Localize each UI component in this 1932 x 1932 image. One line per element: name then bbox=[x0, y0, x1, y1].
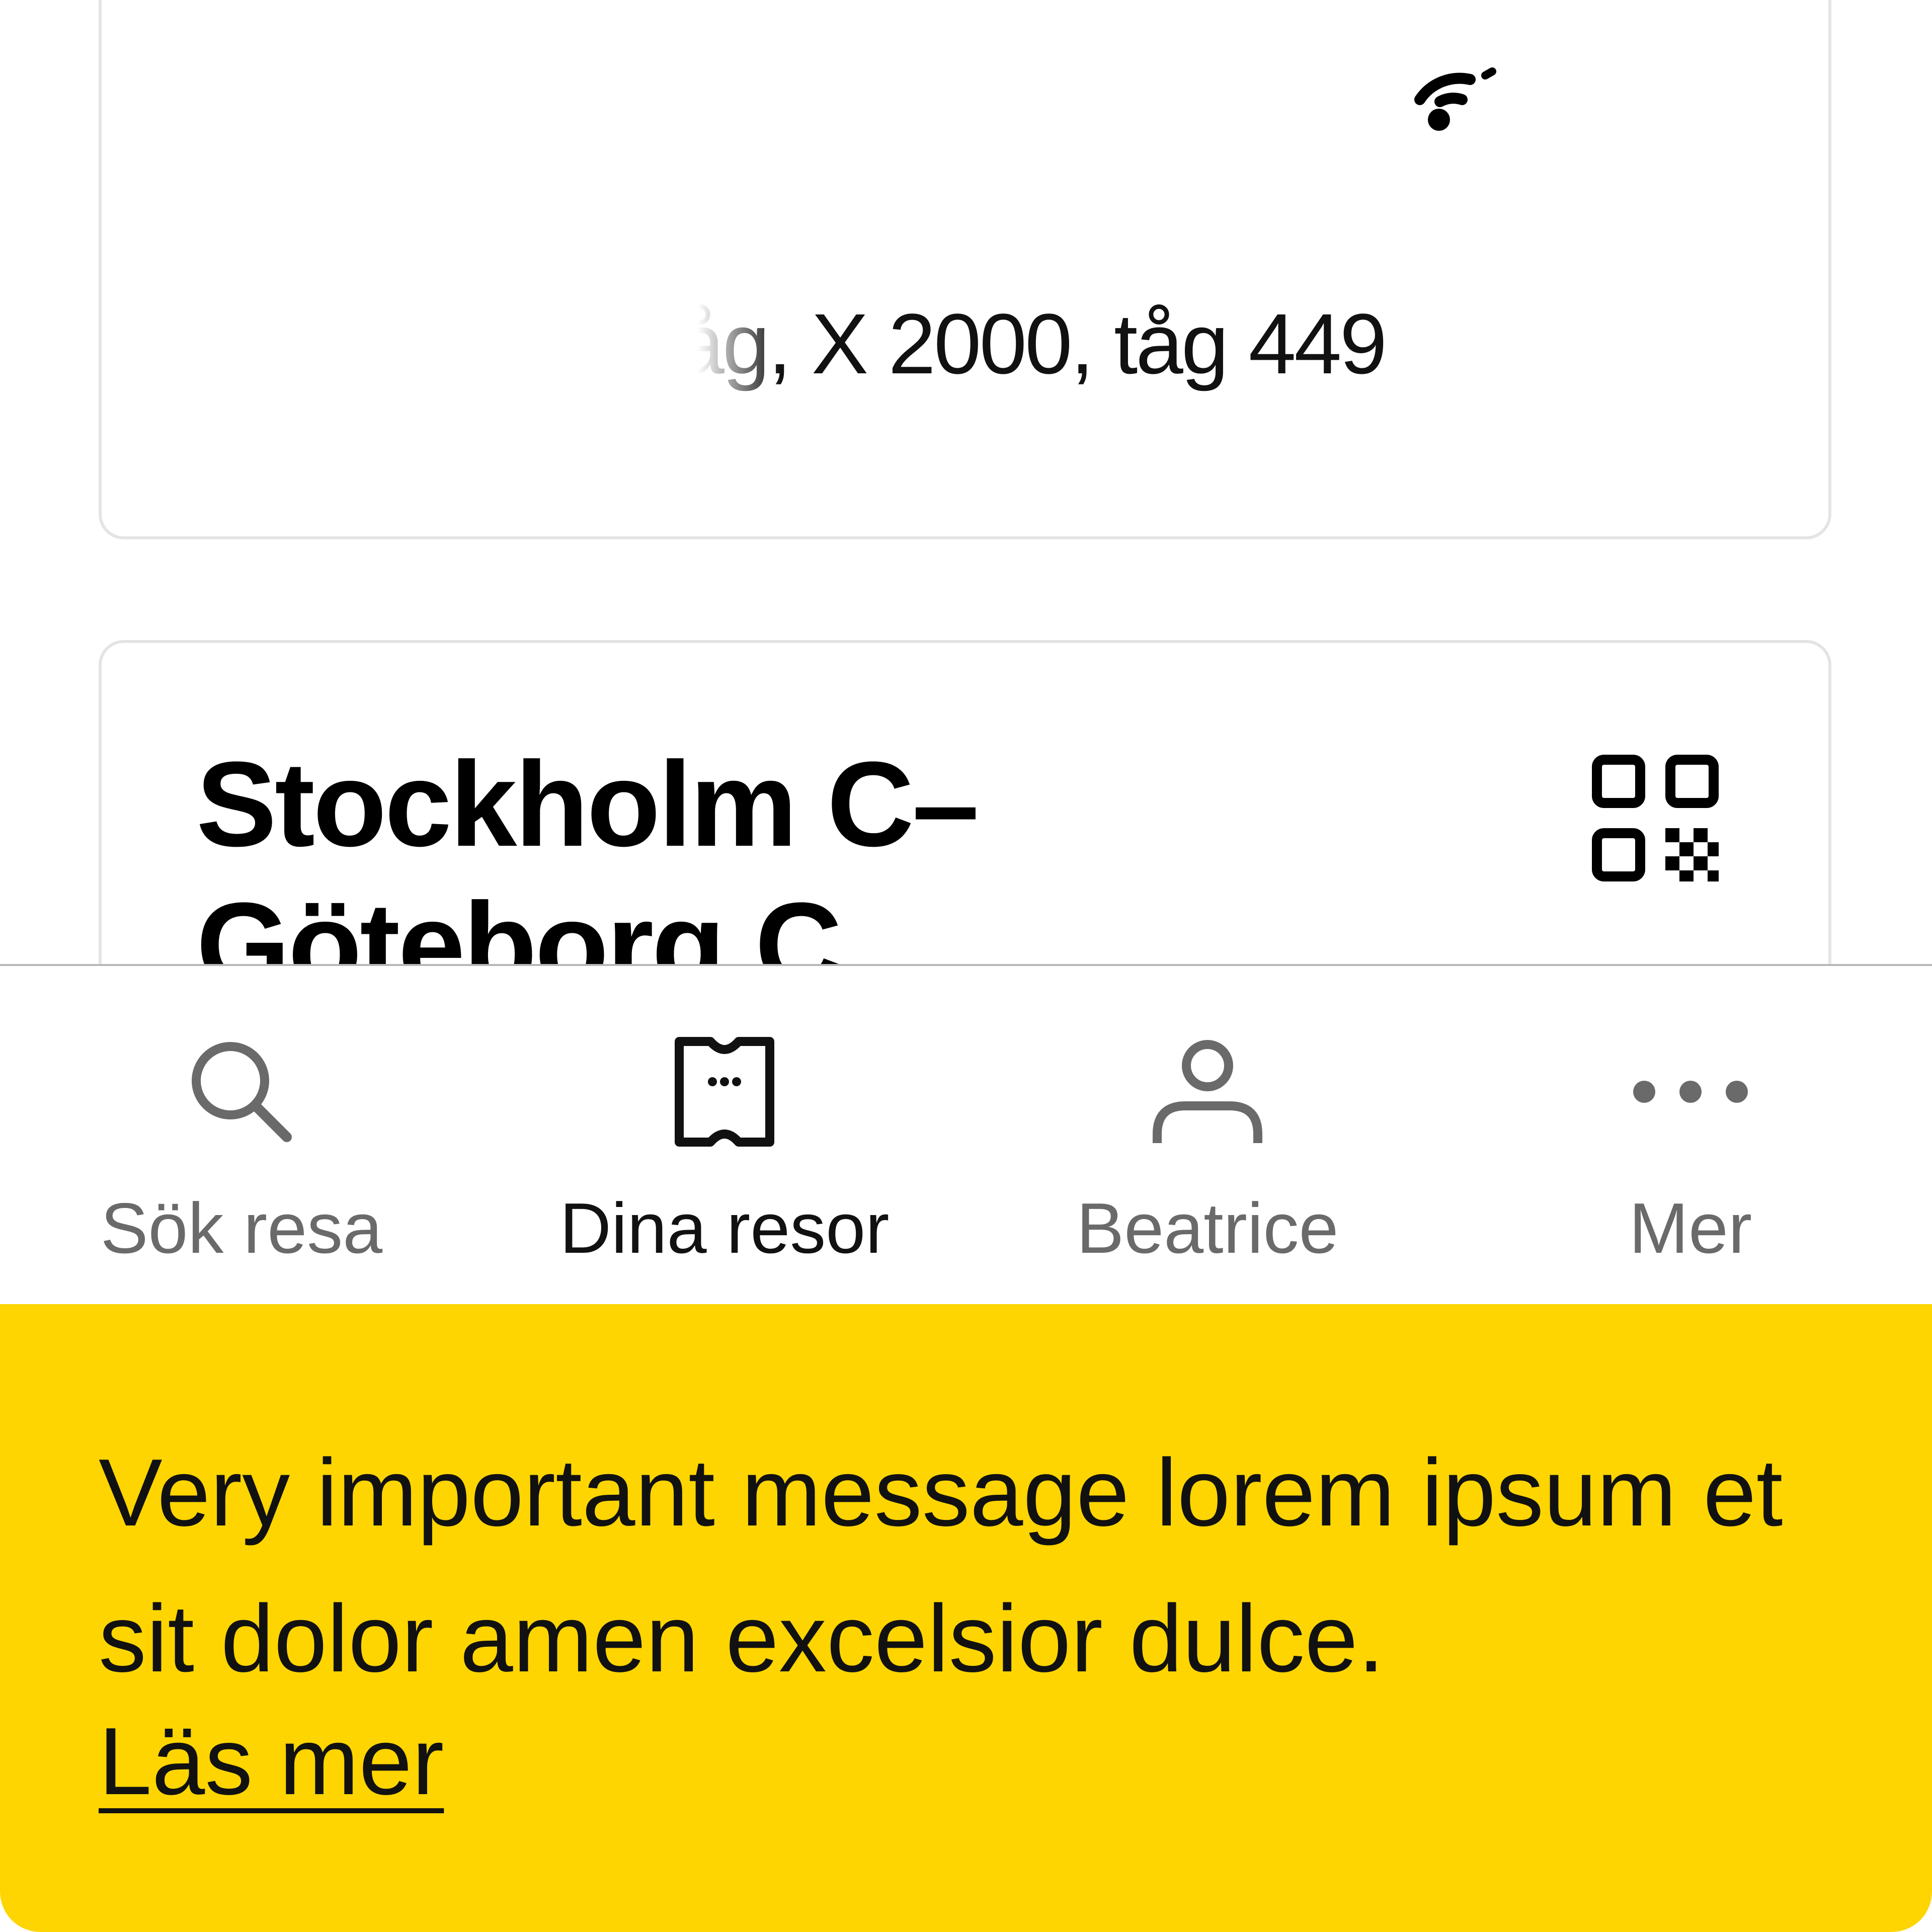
tab-label: Sök resa bbox=[100, 1188, 383, 1268]
tab-more[interactable]: Mer bbox=[1449, 966, 1932, 1304]
search-icon bbox=[192, 1042, 292, 1142]
trip-card-previous[interactable]: tåg, X 2000, tåg 449 bbox=[99, 0, 1831, 539]
text-fade bbox=[630, 285, 781, 406]
important-message-banner: Very important message lorem ipsum et si… bbox=[0, 1304, 1932, 1932]
screen: tåg, X 2000, tåg 449 Stockholm C–Götebor… bbox=[0, 0, 1932, 1932]
qr-code-icon[interactable] bbox=[1590, 753, 1721, 883]
tab-profile[interactable]: Beatrice bbox=[966, 966, 1449, 1304]
more-dots-icon bbox=[1633, 1081, 1748, 1103]
wifi-icon bbox=[1414, 67, 1496, 131]
ticket-icon bbox=[675, 1037, 774, 1147]
tab-label: Beatrice bbox=[1076, 1188, 1339, 1268]
person-icon bbox=[1153, 1040, 1262, 1143]
tab-label: Mer bbox=[1629, 1188, 1752, 1268]
read-more-link[interactable]: Läs mer bbox=[99, 1707, 444, 1816]
tab-your-trips[interactable]: Dina resor bbox=[483, 966, 966, 1304]
tab-search[interactable]: Sök resa bbox=[0, 966, 483, 1304]
tab-label: Dina resor bbox=[559, 1188, 890, 1268]
banner-message: Very important message lorem ipsum et si… bbox=[99, 1439, 1783, 1692]
bottom-tab-bar: Sök resa Dina resor Beatrice Mer bbox=[0, 964, 1932, 1304]
